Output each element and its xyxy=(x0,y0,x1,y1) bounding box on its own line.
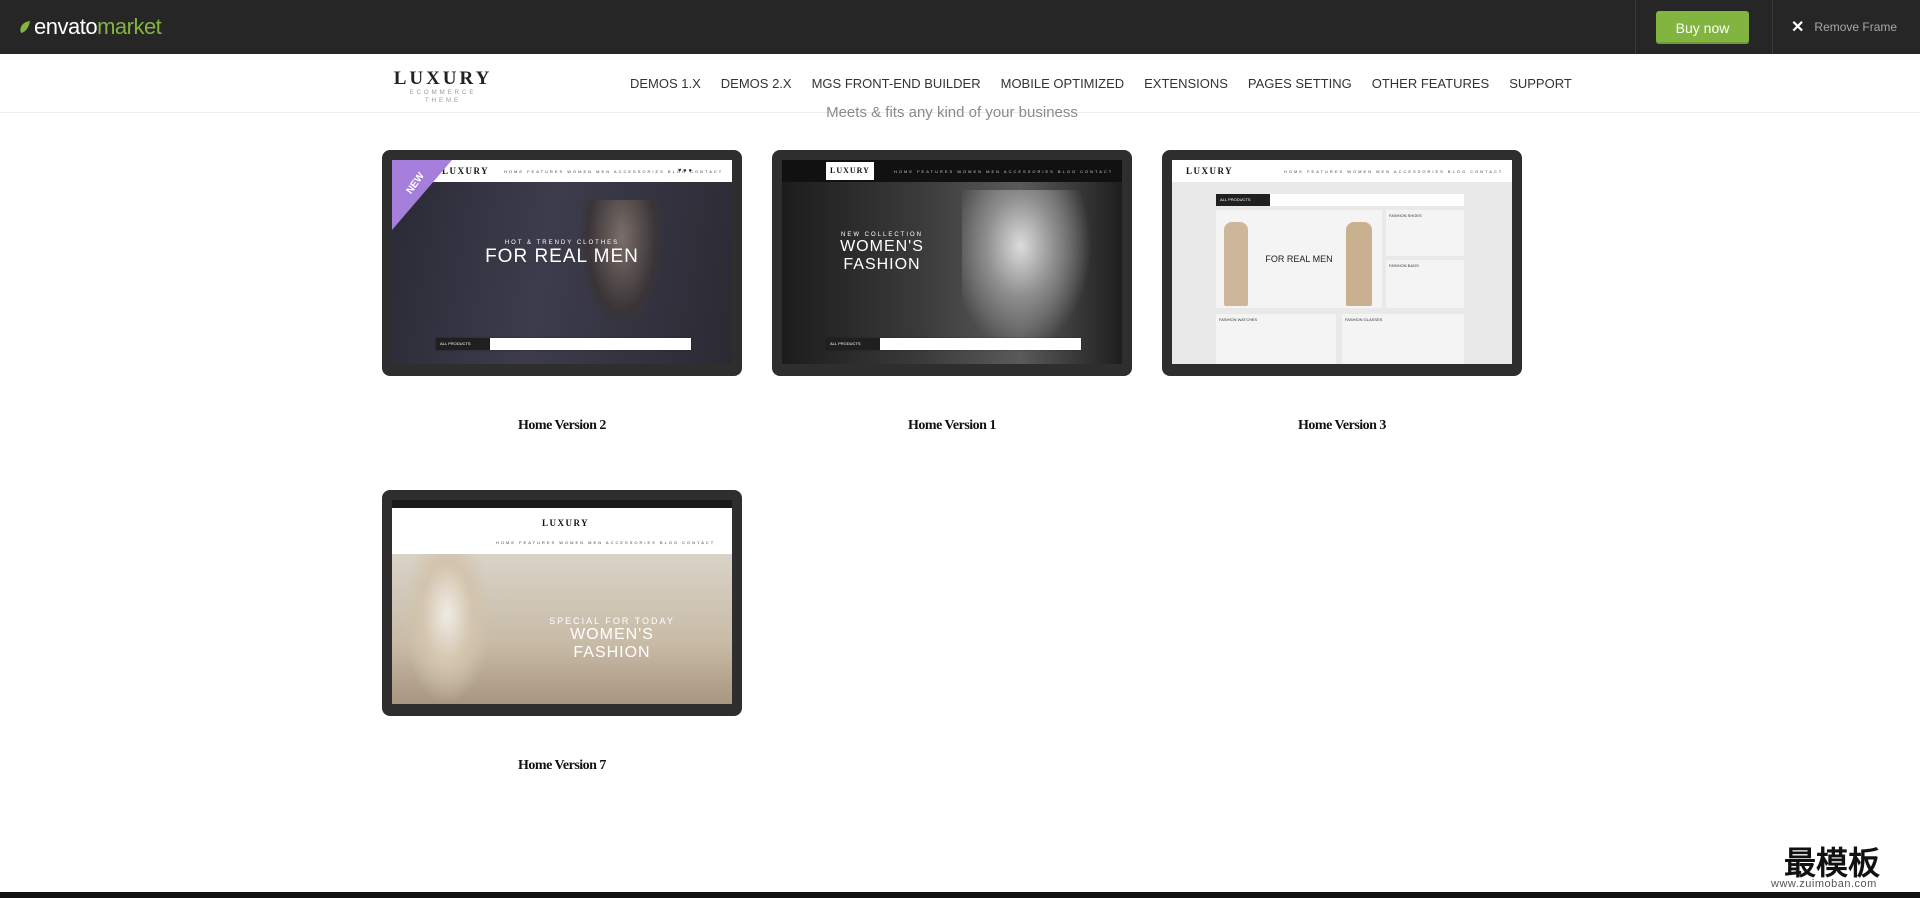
search-category: ALL PRODUCTS xyxy=(1216,194,1270,206)
bottom-strip xyxy=(0,892,1920,898)
nav-item-demos-2x[interactable]: DEMOS 2.X xyxy=(711,76,802,91)
hero-text: HOT & TRENDY CLOTHES FOR REAL MEN xyxy=(462,240,662,268)
promo-tile-label: FASHION SHOES xyxy=(1389,213,1422,218)
mini-search-bar: ALL PRODUCTS xyxy=(826,338,1081,350)
mini-top-strip xyxy=(392,500,732,508)
model-figure xyxy=(962,190,1092,350)
mini-site-nav: LUXURY HOME FEATURES WOMEN MEN ACCESSORI… xyxy=(392,508,732,554)
promo-tile-label: FASHION WATCHES xyxy=(1219,317,1258,322)
search-category: ALL PRODUCTS xyxy=(436,338,490,350)
mini-logo: LUXURY xyxy=(826,162,874,180)
demo-caption[interactable]: Home Version 3 xyxy=(1162,418,1522,434)
promo-tile: FASHION BAGS xyxy=(1386,260,1464,308)
mini-nav-links: HOME FEATURES WOMEN MEN ACCESSORIES BLOG… xyxy=(1284,169,1504,174)
new-ribbon xyxy=(392,160,452,230)
hero-text: SPECIAL FOR TODAY WOMEN'S FASHION xyxy=(532,616,692,662)
remove-frame-link[interactable]: ✕ Remove Frame xyxy=(1791,17,1897,37)
promo-tile-label: FASHION BAGS xyxy=(1389,263,1419,268)
hero-title: WOMEN'S FASHION xyxy=(570,626,654,661)
hero-subtitle: SPECIAL FOR TODAY xyxy=(549,616,675,626)
nav-item-support[interactable]: SUPPORT xyxy=(1499,76,1582,91)
model-figure xyxy=(402,554,492,704)
buy-now-button[interactable]: Buy now xyxy=(1656,11,1749,44)
envato-top-bar: envato market Buy now ✕ Remove Frame xyxy=(0,0,1920,54)
remove-frame-label: Remove Frame xyxy=(1814,20,1898,34)
promo-tile: FASHION WATCHES xyxy=(1216,314,1336,364)
envato-market-logo[interactable]: envato market xyxy=(19,14,162,40)
demo-card-home-v7[interactable]: LUXURY HOME FEATURES WOMEN MEN ACCESSORI… xyxy=(382,490,742,716)
watermark-url: www.zuimoban.com xyxy=(1771,878,1877,890)
mini-search-bar: ALL PRODUCTS xyxy=(1216,194,1464,206)
section-tagline: Meets & fits any kind of your business xyxy=(826,104,1078,121)
demo-screenshot: LUXURY HOME FEATURES WOMEN MEN ACCESSORI… xyxy=(782,160,1122,364)
promo-tile: FASHION GLASSES xyxy=(1342,314,1464,364)
promo-tile: FASHION SHOES xyxy=(1386,210,1464,256)
logo-word-market: market xyxy=(97,14,162,39)
hero-title: FOR REAL MEN xyxy=(485,246,639,267)
demo-card-home-v1[interactable]: LUXURY HOME FEATURES WOMEN MEN ACCESSORI… xyxy=(772,150,1132,376)
nav-item-mobile-optimized[interactable]: MOBILE OPTIMIZED xyxy=(991,76,1135,91)
model-figure xyxy=(1346,222,1372,306)
hero-banner: FOR REAL MEN xyxy=(1216,210,1382,308)
hero-title: WOMEN'S FASHION xyxy=(840,238,924,273)
promo-tile-label: FASHION GLASSES xyxy=(1345,317,1383,322)
mini-nav-links: HOME FEATURES WOMEN MEN ACCESSORIES BLOG… xyxy=(894,169,1114,174)
main-nav: DEMOS 1.X DEMOS 2.X MGS FRONT-END BUILDE… xyxy=(620,76,1582,91)
mini-site-nav: LUXURY HOME FEATURES WOMEN MEN ACCESSORI… xyxy=(1172,160,1512,182)
demo-caption[interactable]: Home Version 7 xyxy=(382,758,742,774)
nav-item-extensions[interactable]: EXTENSIONS xyxy=(1134,76,1238,91)
mini-cart-icons: ♥ ● ● xyxy=(677,168,692,174)
demo-screenshot: LUXURY HOME FEATURES WOMEN MEN ACCESSORI… xyxy=(392,160,732,364)
envato-leaf-icon xyxy=(20,21,30,33)
bar-divider xyxy=(1635,0,1636,54)
demo-caption[interactable]: Home Version 1 xyxy=(772,418,1132,434)
mini-nav-links: HOME FEATURES WOMEN MEN ACCESSORIES BLOG… xyxy=(496,540,716,545)
search-category: ALL PRODUCTS xyxy=(826,338,880,350)
bar-divider xyxy=(1772,0,1773,54)
luxury-logo[interactable]: LUXURY ECOMMERCE THEME xyxy=(393,69,493,105)
mini-site-nav: LUXURY HOME FEATURES WOMEN MEN ACCESSORI… xyxy=(782,160,1122,182)
demo-screenshot: LUXURY HOME FEATURES WOMEN MEN ACCESSORI… xyxy=(392,500,732,704)
logo-word-envato: envato xyxy=(34,14,98,39)
mini-search-bar: ALL PRODUCTS xyxy=(436,338,691,350)
hero-banner: SPECIAL FOR TODAY WOMEN'S FASHION xyxy=(392,554,732,704)
hero-text: NEW COLLECTION WOMEN'S FASHION xyxy=(802,232,962,274)
mini-logo: LUXURY xyxy=(1186,166,1234,176)
demo-caption[interactable]: Home Version 2 xyxy=(382,418,742,434)
demo-card-home-v3[interactable]: LUXURY HOME FEATURES WOMEN MEN ACCESSORI… xyxy=(1162,150,1522,376)
model-figure xyxy=(1224,222,1248,306)
nav-item-other-features[interactable]: OTHER FEATURES xyxy=(1362,76,1500,91)
nav-item-demos-1x[interactable]: DEMOS 1.X xyxy=(620,76,711,91)
mini-logo: LUXURY xyxy=(542,518,590,528)
close-icon: ✕ xyxy=(1791,19,1805,36)
hero-title: FOR REAL MEN xyxy=(1265,254,1333,264)
demo-screenshot: LUXURY HOME FEATURES WOMEN MEN ACCESSORI… xyxy=(1172,160,1512,364)
demo-card-home-v2[interactable]: LUXURY HOME FEATURES WOMEN MEN ACCESSORI… xyxy=(382,150,742,376)
brand-subtitle: ECOMMERCE THEME xyxy=(409,90,477,104)
nav-item-front-end-builder[interactable]: MGS FRONT-END BUILDER xyxy=(802,76,991,91)
nav-item-pages-setting[interactable]: PAGES SETTING xyxy=(1238,76,1362,91)
brand-name: LUXURY xyxy=(393,68,493,89)
